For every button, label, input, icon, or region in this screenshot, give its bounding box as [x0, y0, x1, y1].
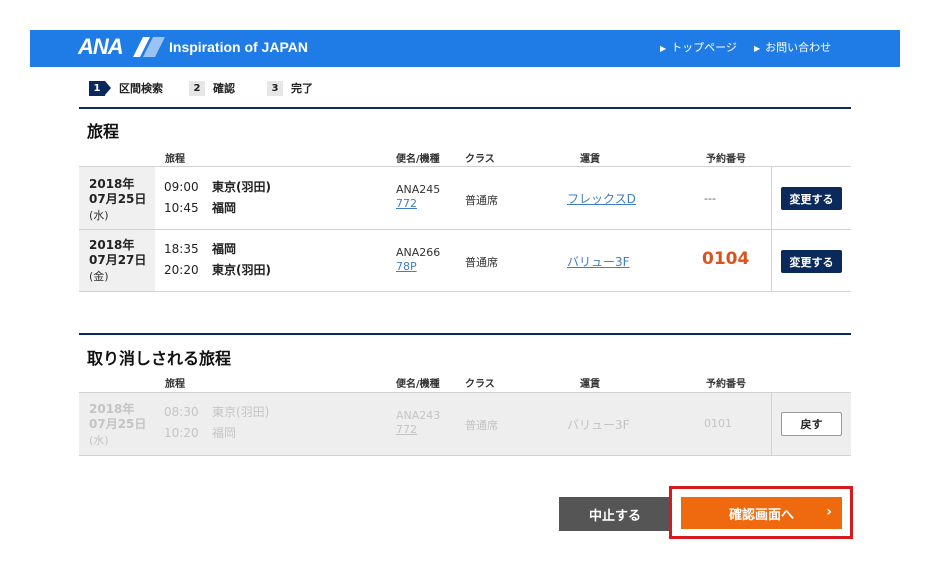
step-label: 確認	[213, 82, 235, 95]
col-header-flight: 便名/機種	[396, 154, 440, 165]
step-label: 区間検索	[119, 82, 163, 95]
flight-info: ANA243 772	[396, 409, 440, 437]
chevron-right-icon: ▶	[660, 44, 667, 53]
flight-number: ANA266	[396, 246, 441, 259]
column-divider	[771, 393, 772, 455]
arrival-airport: 福岡	[212, 426, 237, 440]
change-button[interactable]: 変更する	[781, 187, 842, 210]
section-divider	[79, 107, 851, 109]
nav-link-contact[interactable]: ▶ お問い合わせ	[754, 39, 831, 55]
flight-number: ANA243	[396, 409, 441, 422]
canceled-title: 取り消しされる旅程	[87, 349, 232, 368]
reservation-number: ---	[704, 192, 716, 205]
aircraft-link[interactable]: 78P	[396, 260, 440, 274]
restore-button[interactable]: 戻す	[781, 412, 842, 436]
departure-time: 09:00	[164, 180, 199, 194]
step-3: 3 完了	[267, 80, 313, 96]
flight-info: ANA266 78P	[396, 246, 440, 274]
fare-link[interactable]: バリュー3F	[567, 253, 630, 270]
fare-link[interactable]: フレックスD	[567, 190, 636, 207]
table-divider	[79, 291, 851, 292]
chevron-right-icon: ▶	[754, 44, 761, 53]
cancel-button[interactable]: 中止する	[559, 497, 671, 531]
step-label: 完了	[291, 82, 313, 95]
site-tagline: Inspiration of JAPAN	[169, 39, 308, 55]
departure-airport: 福岡	[212, 242, 237, 256]
col-header-reservation: 予約番号	[706, 154, 746, 165]
column-divider	[771, 230, 772, 291]
flight-number: ANA245	[396, 183, 441, 196]
seat-class: 普通席	[465, 256, 498, 269]
step-number: 2	[189, 80, 205, 96]
step-number: 1	[89, 80, 111, 96]
date-day: 07月27日	[89, 253, 147, 267]
col-header-flight: 便名/機種	[396, 379, 440, 390]
col-header-reservation: 予約番号	[706, 379, 746, 390]
reservation-number: 0104	[702, 249, 750, 269]
fare-label: バリュー3F	[567, 418, 630, 432]
col-header-fare: 運賃	[580, 154, 600, 165]
aircraft-link: 772	[396, 423, 417, 436]
ana-logo[interactable]: ANA	[78, 34, 168, 60]
step-number: 3	[267, 80, 283, 96]
logo-text: ANA	[78, 34, 124, 59]
nav-link-top[interactable]: ▶ トップページ	[660, 39, 737, 55]
table-divider	[79, 455, 851, 456]
arrival-airport: 東京(羽田)	[212, 263, 271, 277]
section-divider	[79, 333, 851, 335]
proceed-to-confirm-button[interactable]: 確認画面へ ›	[681, 497, 842, 529]
logo-stripes-icon	[133, 37, 165, 57]
arrival-time: 10:45	[164, 201, 199, 215]
col-header-itinerary: 旅程	[165, 154, 185, 165]
date-weekday: (水)	[89, 209, 109, 222]
change-button[interactable]: 変更する	[781, 250, 842, 273]
col-header-class: クラス	[465, 154, 495, 165]
chevron-right-icon: ›	[826, 504, 832, 520]
departure-airport: 東京(羽田)	[212, 180, 271, 194]
seat-class: 普通席	[465, 419, 498, 432]
table-row: 2018年 07月25日 (水) 09:00 東京(羽田) 10:45 福岡 ANA…	[79, 167, 851, 229]
site-header: ANA Inspiration of JAPAN ▶ トップページ ▶ お問い合わせ	[30, 30, 900, 67]
date-day: 07月25日	[89, 417, 147, 431]
col-header-class: クラス	[465, 379, 495, 390]
seat-class: 普通席	[465, 194, 498, 207]
column-divider	[771, 167, 772, 229]
col-header-itinerary: 旅程	[165, 379, 185, 390]
date-weekday: (金)	[89, 270, 109, 283]
arrival-airport: 福岡	[212, 201, 237, 215]
table-row: 2018年 07月25日 (水) 08:30 東京(羽田) 10:20 福岡 ANA…	[79, 393, 851, 455]
reservation-number: 0101	[704, 417, 732, 430]
departure-time: 08:30	[164, 405, 199, 419]
date-weekday: (水)	[89, 434, 109, 447]
date-year: 2018年	[89, 238, 135, 252]
date-day: 07月25日	[89, 192, 147, 206]
segment-times: 09:00 東京(羽田) 10:45 福岡	[164, 177, 271, 219]
itinerary-title: 旅程	[87, 122, 120, 141]
arrival-time: 10:20	[164, 426, 199, 440]
segment-times: 08:30 東京(羽田) 10:20 福岡	[164, 402, 269, 444]
departure-time: 18:35	[164, 242, 199, 256]
flight-info: ANA245 772	[396, 183, 440, 211]
aircraft-link[interactable]: 772	[396, 197, 440, 211]
arrival-time: 20:20	[164, 263, 199, 277]
date-year: 2018年	[89, 177, 135, 191]
proceed-label: 確認画面へ	[728, 507, 794, 523]
table-row: 2018年 07月27日 (金) 18:35 福岡 20:20 東京(羽田) ANA…	[79, 230, 851, 291]
date-year: 2018年	[89, 402, 135, 416]
step-2: 2 確認	[189, 80, 235, 96]
col-header-fare: 運賃	[580, 379, 600, 390]
departure-airport: 東京(羽田)	[212, 405, 270, 419]
step-1: 1 区間検索	[89, 80, 163, 96]
highlight-box: 確認画面へ ›	[669, 486, 853, 539]
segment-times: 18:35 福岡 20:20 東京(羽田)	[164, 239, 271, 281]
